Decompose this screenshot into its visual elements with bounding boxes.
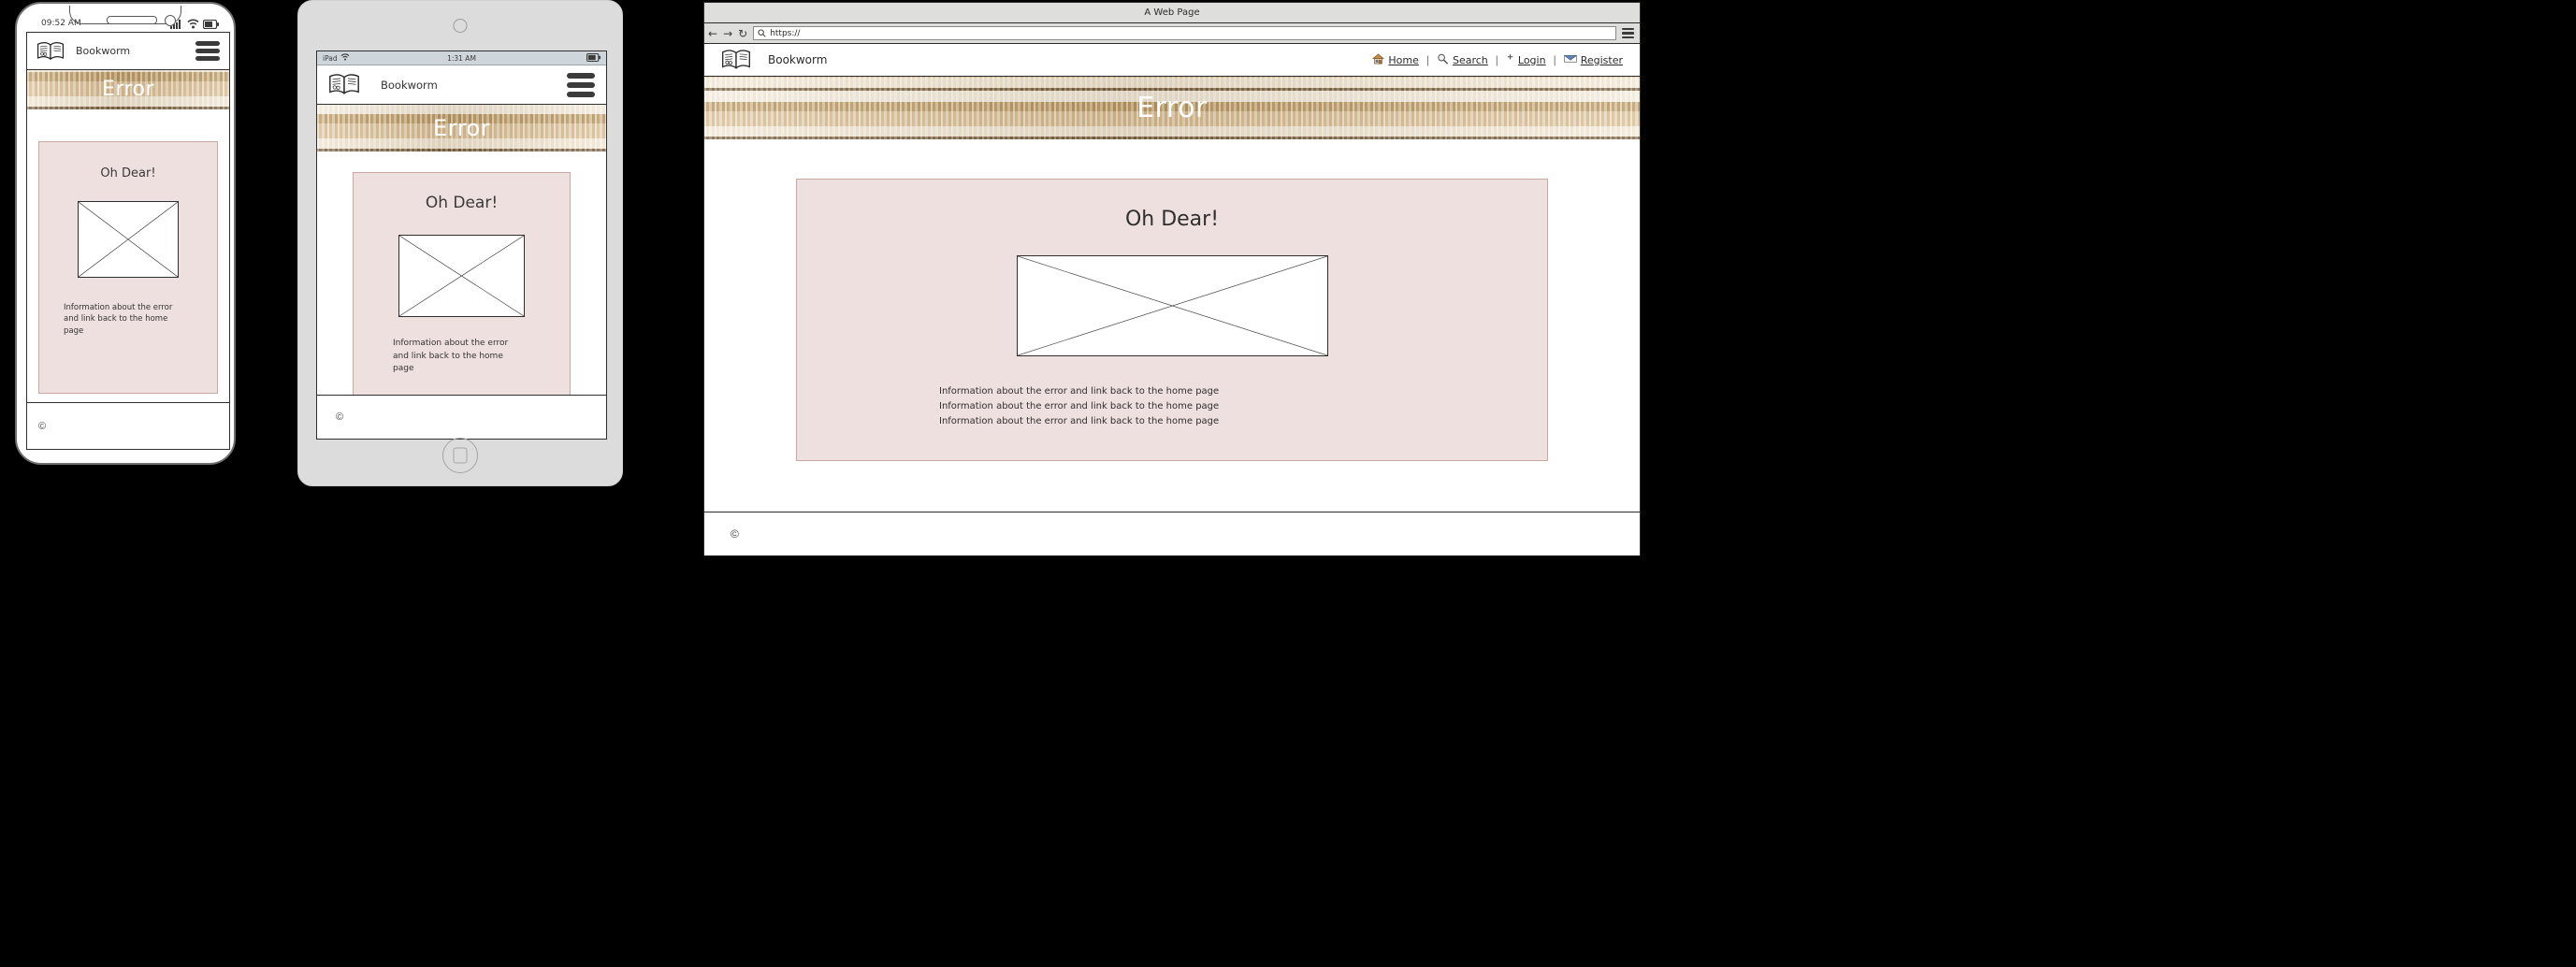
nav-separator: |	[1495, 53, 1498, 66]
nav-link-search-label: Search	[1452, 53, 1488, 66]
hero-title: Error	[433, 115, 490, 141]
brand-name: Bookworm	[381, 78, 438, 92]
phone-frame: 09:52 AM Bookworm Error Oh Dear! Informa…	[15, 2, 236, 465]
plus-icon	[1506, 53, 1514, 67]
forward-icon[interactable]: →	[723, 28, 732, 39]
hero-title: Error	[1136, 92, 1208, 124]
tablet-site-header: Bookworm	[317, 65, 606, 105]
house-icon	[1372, 53, 1385, 67]
home-button-icon[interactable]	[442, 438, 478, 473]
copyright-symbol: ©	[336, 411, 344, 423]
brand-name: Bookworm	[768, 53, 828, 66]
open-book-icon[interactable]	[36, 41, 65, 62]
nav-link-register[interactable]: Register	[1563, 53, 1623, 66]
brand-name: Bookworm	[76, 45, 131, 57]
error-panel: Oh Dear! Information about the error and…	[353, 172, 571, 401]
wifi-icon	[340, 53, 350, 63]
phone-site-footer: ©	[27, 402, 229, 449]
error-paragraph-line: Information about the error and link bac…	[939, 386, 1220, 397]
nav-link-register-label: Register	[1580, 53, 1623, 66]
tablet-device-mockup: iPad 1:31 AM Bookworm Error Oh Dear! Inf…	[297, 0, 623, 486]
window-title: A Web Page	[1144, 7, 1200, 18]
envelope-icon	[1563, 53, 1578, 66]
browser-toolbar: ← → ↻ https://	[704, 23, 1640, 44]
error-panel: Oh Dear! Information about the error and…	[796, 179, 1548, 461]
image-placeholder	[398, 235, 525, 317]
nav-separator: |	[1425, 53, 1429, 66]
open-book-icon[interactable]	[721, 49, 751, 71]
url-text: https://	[770, 28, 801, 38]
error-paragraph: Information about the error and link bac…	[393, 339, 509, 373]
hamburger-menu-icon[interactable]	[567, 69, 595, 101]
browser-page-content: Bookworm Home | Search | Login | Registe…	[704, 44, 1640, 556]
phone-site-header: Bookworm	[27, 33, 229, 70]
error-paragraph: Information about the error and link bac…	[64, 303, 173, 336]
browser-window-mockup: A Web Page ← → ↻ https:// Bookworm Home …	[703, 2, 1641, 556]
tablet-device-label: iPad	[323, 53, 338, 63]
open-book-icon[interactable]	[328, 73, 360, 96]
hamburger-menu-icon[interactable]	[195, 38, 220, 64]
nav-link-login[interactable]: Login	[1506, 53, 1546, 67]
phone-screen: Bookworm Error Oh Dear! Information abou…	[26, 32, 230, 450]
copyright-symbol: ©	[38, 421, 47, 432]
nav-link-search[interactable]: Search	[1437, 53, 1488, 67]
magnifier-icon	[1437, 53, 1449, 67]
image-placeholder	[1016, 255, 1328, 356]
copyright-symbol: ©	[731, 527, 739, 541]
site-footer: ©	[704, 512, 1640, 556]
main-navigation: Home | Search | Login | Register	[1372, 53, 1623, 67]
nav-link-home[interactable]: Home	[1372, 53, 1419, 67]
phone-hero-banner: Error	[27, 70, 229, 109]
battery-icon	[586, 52, 601, 64]
error-paragraph-block: Information about the error and link bac…	[939, 384, 1547, 430]
reload-icon[interactable]: ↻	[738, 28, 747, 39]
url-input[interactable]: https://	[753, 26, 1616, 40]
tablet-hero-banner: Error	[317, 105, 606, 152]
back-icon[interactable]: ←	[708, 28, 717, 39]
error-panel: Oh Dear! Information about the error and…	[38, 141, 218, 394]
hero-banner: Error	[704, 77, 1640, 139]
tablet-screen: iPad 1:31 AM Bookworm Error Oh Dear! Inf…	[316, 51, 607, 440]
error-heading: Oh Dear!	[425, 194, 499, 212]
nav-link-home-label: Home	[1388, 53, 1419, 66]
browser-title-bar: A Web Page	[704, 3, 1640, 23]
nav-link-login-label: Login	[1517, 53, 1546, 66]
tablet-status-time: 1:31 AM	[447, 53, 476, 63]
error-paragraph-line: Information about the error and link bac…	[939, 416, 1220, 427]
hero-title: Error	[101, 78, 155, 101]
browser-frame: A Web Page ← → ↻ https:// Bookworm Home …	[703, 2, 1641, 556]
tablet-status-bar: iPad 1:31 AM	[317, 51, 606, 65]
error-paragraph-line: Information about the error and link bac…	[939, 401, 1220, 412]
hamburger-menu-icon[interactable]	[1622, 26, 1634, 40]
error-heading: Oh Dear!	[1124, 208, 1220, 231]
phone-speaker	[107, 16, 157, 24]
tablet-site-footer: ©	[317, 395, 606, 439]
phone-device-mockup: 09:52 AM Bookworm Error Oh Dear! Informa…	[7, 2, 243, 469]
phone-status-time: 09:52 AM	[41, 19, 81, 28]
tablet-camera-icon	[453, 19, 468, 33]
error-heading: Oh Dear!	[100, 166, 156, 180]
image-placeholder	[78, 201, 179, 278]
site-header: Bookworm Home | Search | Login | Registe…	[704, 44, 1640, 77]
nav-separator: |	[1553, 53, 1556, 66]
tablet-frame: iPad 1:31 AM Bookworm Error Oh Dear! Inf…	[297, 0, 623, 486]
search-icon	[758, 25, 766, 42]
